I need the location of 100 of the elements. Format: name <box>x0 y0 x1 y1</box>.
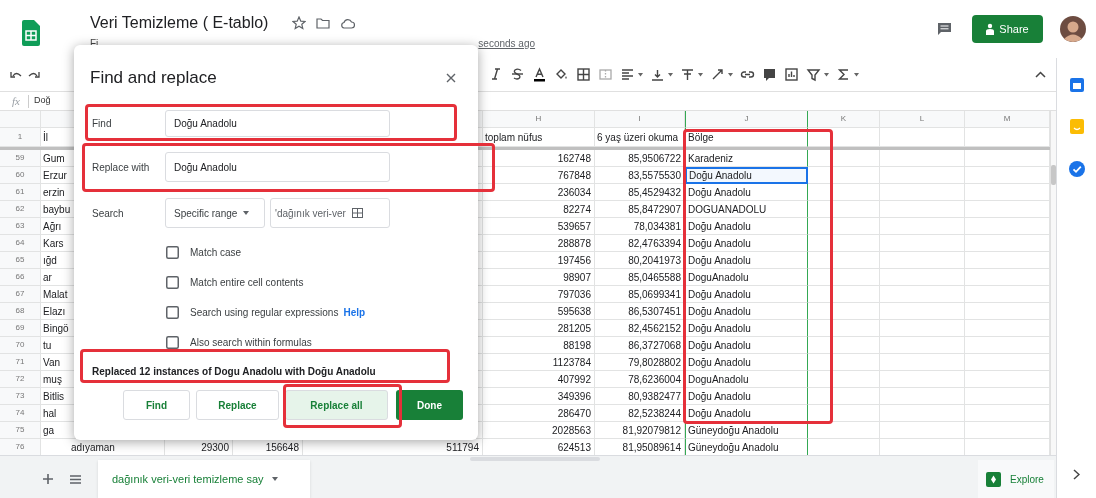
document-title[interactable]: Veri Temizleme ( E-tablo) <box>90 11 269 35</box>
table-cell: Doğu Anadolu <box>685 337 808 354</box>
table-cell: 281205 <box>483 320 595 337</box>
row-number: 70 <box>0 337 41 354</box>
caret-icon[interactable] <box>668 72 673 77</box>
check-circle-icon[interactable] <box>1068 161 1085 177</box>
scope-dropdown[interactable]: Specific range <box>165 198 265 228</box>
sheet-tab-label[interactable]: dağınık veri-veri temizleme say <box>112 470 264 488</box>
formula-value[interactable]: Doğ <box>33 94 51 108</box>
sheet-tab[interactable]: dağınık veri-veri temizleme say <box>98 460 310 498</box>
table-cell: 80,2041973 <box>595 252 685 269</box>
person-icon <box>986 23 995 35</box>
borders-icon[interactable] <box>576 67 591 82</box>
column-header[interactable]: I <box>595 111 685 128</box>
row-number: 65 <box>0 252 41 269</box>
insert-chart-icon[interactable] <box>784 67 799 82</box>
caret-icon[interactable] <box>854 72 859 77</box>
column-header[interactable]: K <box>808 111 880 128</box>
caret-icon[interactable] <box>698 72 703 77</box>
caret-icon[interactable] <box>824 72 829 77</box>
text-rotation-icon[interactable] <box>710 67 725 82</box>
checkbox[interactable] <box>166 305 179 319</box>
row-number: 75 <box>0 422 41 439</box>
row-number: 59 <box>0 150 41 167</box>
text-wrap-icon[interactable] <box>680 67 695 82</box>
explore-button[interactable]: Explore <box>978 460 1054 498</box>
table-cell <box>808 337 880 354</box>
comment-icon[interactable] <box>937 22 952 36</box>
field-label: Find <box>92 117 113 131</box>
collapse-icon[interactable] <box>1035 71 1046 78</box>
table-cell: Doğu Anadolu <box>685 320 808 337</box>
share-button[interactable]: Share <box>972 15 1043 43</box>
row-number: 68 <box>0 303 41 320</box>
insert-comment-icon[interactable] <box>762 67 777 82</box>
row-number: 1 <box>0 128 41 147</box>
cloud-icon[interactable] <box>340 17 356 29</box>
table-cell: Doğu Anadolu <box>685 286 808 303</box>
replace-field[interactable]: Doğu Anadolu <box>165 152 390 182</box>
caret-icon[interactable] <box>271 477 278 481</box>
avatar-icon[interactable] <box>1060 16 1086 42</box>
row-number: 73 <box>0 388 41 405</box>
table-cell: 1123784 <box>483 354 595 371</box>
table-cell: Doğu Anadolu <box>685 354 808 371</box>
sigma-icon[interactable] <box>836 67 851 82</box>
row-number: 69 <box>0 320 41 337</box>
table-cell: 81,92079812 <box>595 422 685 439</box>
range-field[interactable]: 'dağınık veri-ver <box>270 198 390 228</box>
caret-icon[interactable] <box>638 72 643 77</box>
checkbox[interactable] <box>166 245 179 259</box>
find-field[interactable]: Doğu Anadolu <box>165 110 390 137</box>
dialog-button[interactable]: Replace <box>196 390 279 420</box>
table-cell: 797036 <box>483 286 595 303</box>
strikethrough-icon[interactable] <box>510 67 525 82</box>
vertical-align-icon[interactable] <box>650 67 665 82</box>
table-cell: Doğu Anadolu <box>685 235 808 252</box>
table-cell <box>808 269 880 286</box>
option-label: Search using regular expressions <box>190 305 339 320</box>
help-link[interactable]: Help <box>343 304 366 320</box>
table-cell: Bölge <box>685 128 808 147</box>
align-left-icon[interactable] <box>620 67 635 82</box>
column-header[interactable]: J <box>685 111 808 128</box>
caret-icon <box>243 211 250 215</box>
row-number: 61 <box>0 184 41 201</box>
table-cell <box>808 201 880 218</box>
table-cell <box>808 320 880 337</box>
dialog-button[interactable]: Done <box>396 390 463 420</box>
table-cell: Doğu Anadolu <box>685 252 808 269</box>
dialog-button[interactable]: Find <box>123 390 190 420</box>
column-header[interactable]: L <box>880 111 965 128</box>
last-edit-link[interactable]: seconds ago <box>478 35 536 51</box>
dialog-button[interactable]: Replace all <box>285 390 388 420</box>
table-cell: 539657 <box>483 218 595 235</box>
column-header[interactable]: H <box>483 111 595 128</box>
caret-icon[interactable] <box>728 72 733 77</box>
table-cell <box>808 128 880 147</box>
text-color-icon[interactable] <box>532 67 547 82</box>
checkbox[interactable] <box>166 275 179 289</box>
calendar-icon[interactable] <box>1069 78 1084 92</box>
scrollbar-thumb[interactable] <box>1051 165 1056 185</box>
checkbox[interactable] <box>166 335 179 349</box>
table-cell <box>808 150 880 167</box>
merge-cells-icon[interactable] <box>598 67 613 82</box>
table-cell: 86,5307451 <box>595 303 685 320</box>
table-cell: 162748 <box>483 150 595 167</box>
folder-icon[interactable] <box>316 17 331 29</box>
table-cell: 78,034381 <box>595 218 685 235</box>
table-cell: 767848 <box>483 167 595 184</box>
close-icon[interactable] <box>446 73 456 83</box>
table-cell <box>808 354 880 371</box>
undo-icon[interactable] <box>10 69 22 80</box>
table-cell: Doğu Anadolu <box>685 167 808 184</box>
table-cell: 236034 <box>483 184 595 201</box>
row-number: 74 <box>0 405 41 422</box>
menu-icon[interactable] <box>70 474 81 484</box>
add-sheet-icon[interactable] <box>43 474 53 484</box>
chevron-right-icon[interactable] <box>1073 469 1080 480</box>
filter-icon[interactable] <box>806 67 821 82</box>
redo-icon[interactable] <box>28 69 40 80</box>
table-cell <box>808 388 880 405</box>
star-icon[interactable] <box>292 16 307 30</box>
